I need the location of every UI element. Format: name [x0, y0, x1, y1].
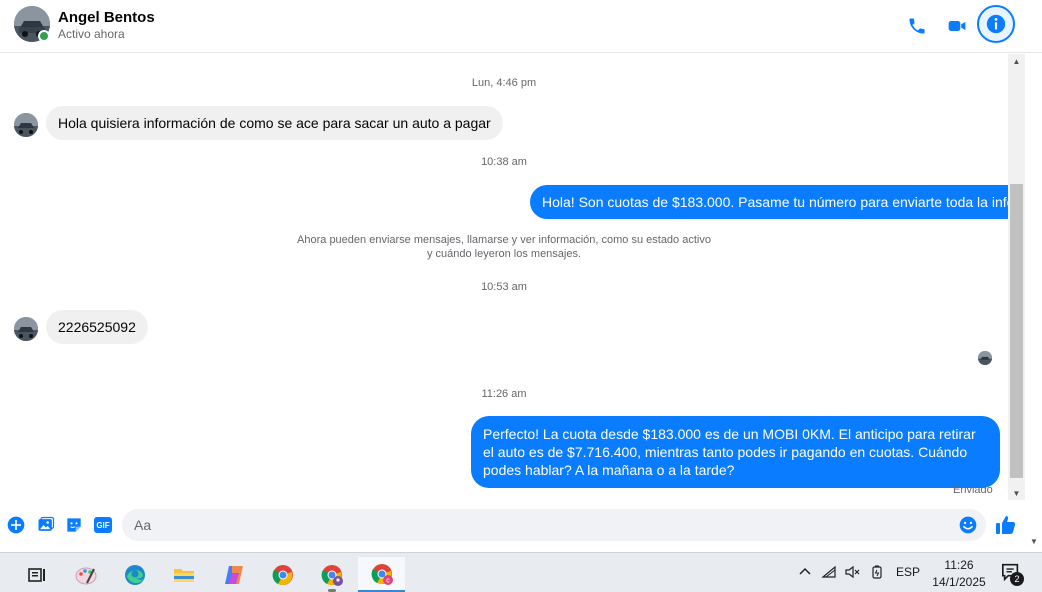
video-call-button[interactable]	[939, 8, 975, 44]
edge-icon	[125, 565, 145, 585]
online-status-dot	[38, 30, 50, 42]
windows-taskbar: c ESP 11:26 14/1/2025 2	[0, 552, 1042, 592]
battery-plug-icon[interactable]	[869, 564, 885, 580]
sticker-icon	[67, 518, 81, 532]
gif-icon: GIF	[94, 517, 112, 533]
taskbar-app-chrome-profile[interactable]	[310, 557, 354, 592]
notification-count-badge: 2	[1010, 572, 1024, 586]
message-input[interactable]	[122, 509, 986, 541]
task-view-icon	[28, 568, 45, 582]
info-icon	[986, 14, 1006, 34]
emoji-button[interactable]	[958, 515, 978, 535]
scroll-down-arrow-icon[interactable]: ▼	[1008, 486, 1025, 500]
conversation-header: Angel Bentos Activo ahora	[0, 0, 1042, 53]
conversation-info-button[interactable]	[977, 5, 1015, 43]
timestamp: 10:53 am	[481, 281, 527, 293]
taskbar-app-file-explorer[interactable]	[162, 557, 206, 592]
volume-muted-icon[interactable]	[844, 564, 860, 580]
file-explorer-icon	[174, 569, 194, 582]
timestamp: 11:26 am	[481, 388, 527, 400]
outgoing-message[interactable]: Hola! Son cuotas de $183.000. Pasame tu …	[530, 185, 1027, 219]
chrome-profile-icon	[321, 565, 343, 586]
timestamp: 10:38 am	[481, 156, 527, 168]
like-icon	[996, 516, 1016, 534]
scroll-up-arrow-icon[interactable]: ▲	[1008, 54, 1025, 68]
message-list[interactable]: Lun, 4:46 pm Hola quisiera información d…	[0, 54, 1027, 500]
tray-show-hidden-chevron-icon[interactable]	[797, 564, 813, 580]
system-clock[interactable]: 11:26 14/1/2025	[926, 557, 992, 591]
taskbar-app-chrome[interactable]	[261, 557, 305, 592]
system-notice: Ahora pueden enviarse mensajes, llamarse…	[297, 234, 711, 260]
incoming-message[interactable]: Hola quisiera información de como se ace…	[46, 106, 503, 140]
sent-status: Enviado	[953, 484, 993, 496]
taskbar-app-chrome-profile-c[interactable]: c	[358, 557, 405, 592]
message-composer: GIF	[0, 500, 1025, 552]
phone-icon	[909, 18, 925, 34]
paint-icon	[75, 567, 97, 585]
copilot-icon	[225, 566, 243, 584]
gif-button[interactable]: GIF	[92, 514, 114, 536]
input-language[interactable]: ESP	[896, 565, 920, 579]
seen-indicator-avatar	[978, 351, 992, 365]
page-edge	[1025, 54, 1042, 552]
taskbar-app-copilot[interactable]	[212, 557, 256, 592]
sticker-button[interactable]	[63, 514, 85, 536]
wifi-icon[interactable]	[821, 564, 837, 580]
chat-scrollbar[interactable]: ▲ ▼	[1008, 54, 1025, 500]
taskbar-app-paint[interactable]	[64, 557, 108, 592]
attach-image-button[interactable]	[35, 514, 57, 536]
image-icon	[38, 516, 55, 531]
outgoing-message[interactable]: Perfecto! La cuota desde $183.000 es de …	[471, 416, 1000, 488]
emoji-icon	[959, 516, 977, 534]
contact-avatar-small[interactable]	[14, 113, 38, 137]
contact-avatar-small[interactable]	[14, 317, 38, 341]
page-scroll-down-icon[interactable]: ▼	[1030, 537, 1038, 546]
chrome-profile-c-icon: c	[371, 563, 393, 585]
voice-call-button[interactable]	[899, 8, 935, 44]
contact-status: Activo ahora	[58, 27, 125, 41]
send-like-button[interactable]	[994, 513, 1018, 537]
more-actions-button[interactable]	[5, 514, 27, 536]
contact-name[interactable]: Angel Bentos	[58, 9, 155, 26]
incoming-message[interactable]: 2226525092	[46, 310, 148, 344]
scroll-thumb[interactable]	[1010, 184, 1023, 478]
chrome-icon	[272, 565, 293, 586]
svg-text:c: c	[386, 577, 390, 584]
plus-icon	[7, 516, 25, 534]
task-view-button[interactable]	[14, 557, 58, 592]
taskbar-app-edge[interactable]	[113, 557, 157, 592]
timestamp: Lun, 4:46 pm	[471, 77, 537, 89]
video-icon	[948, 21, 966, 31]
